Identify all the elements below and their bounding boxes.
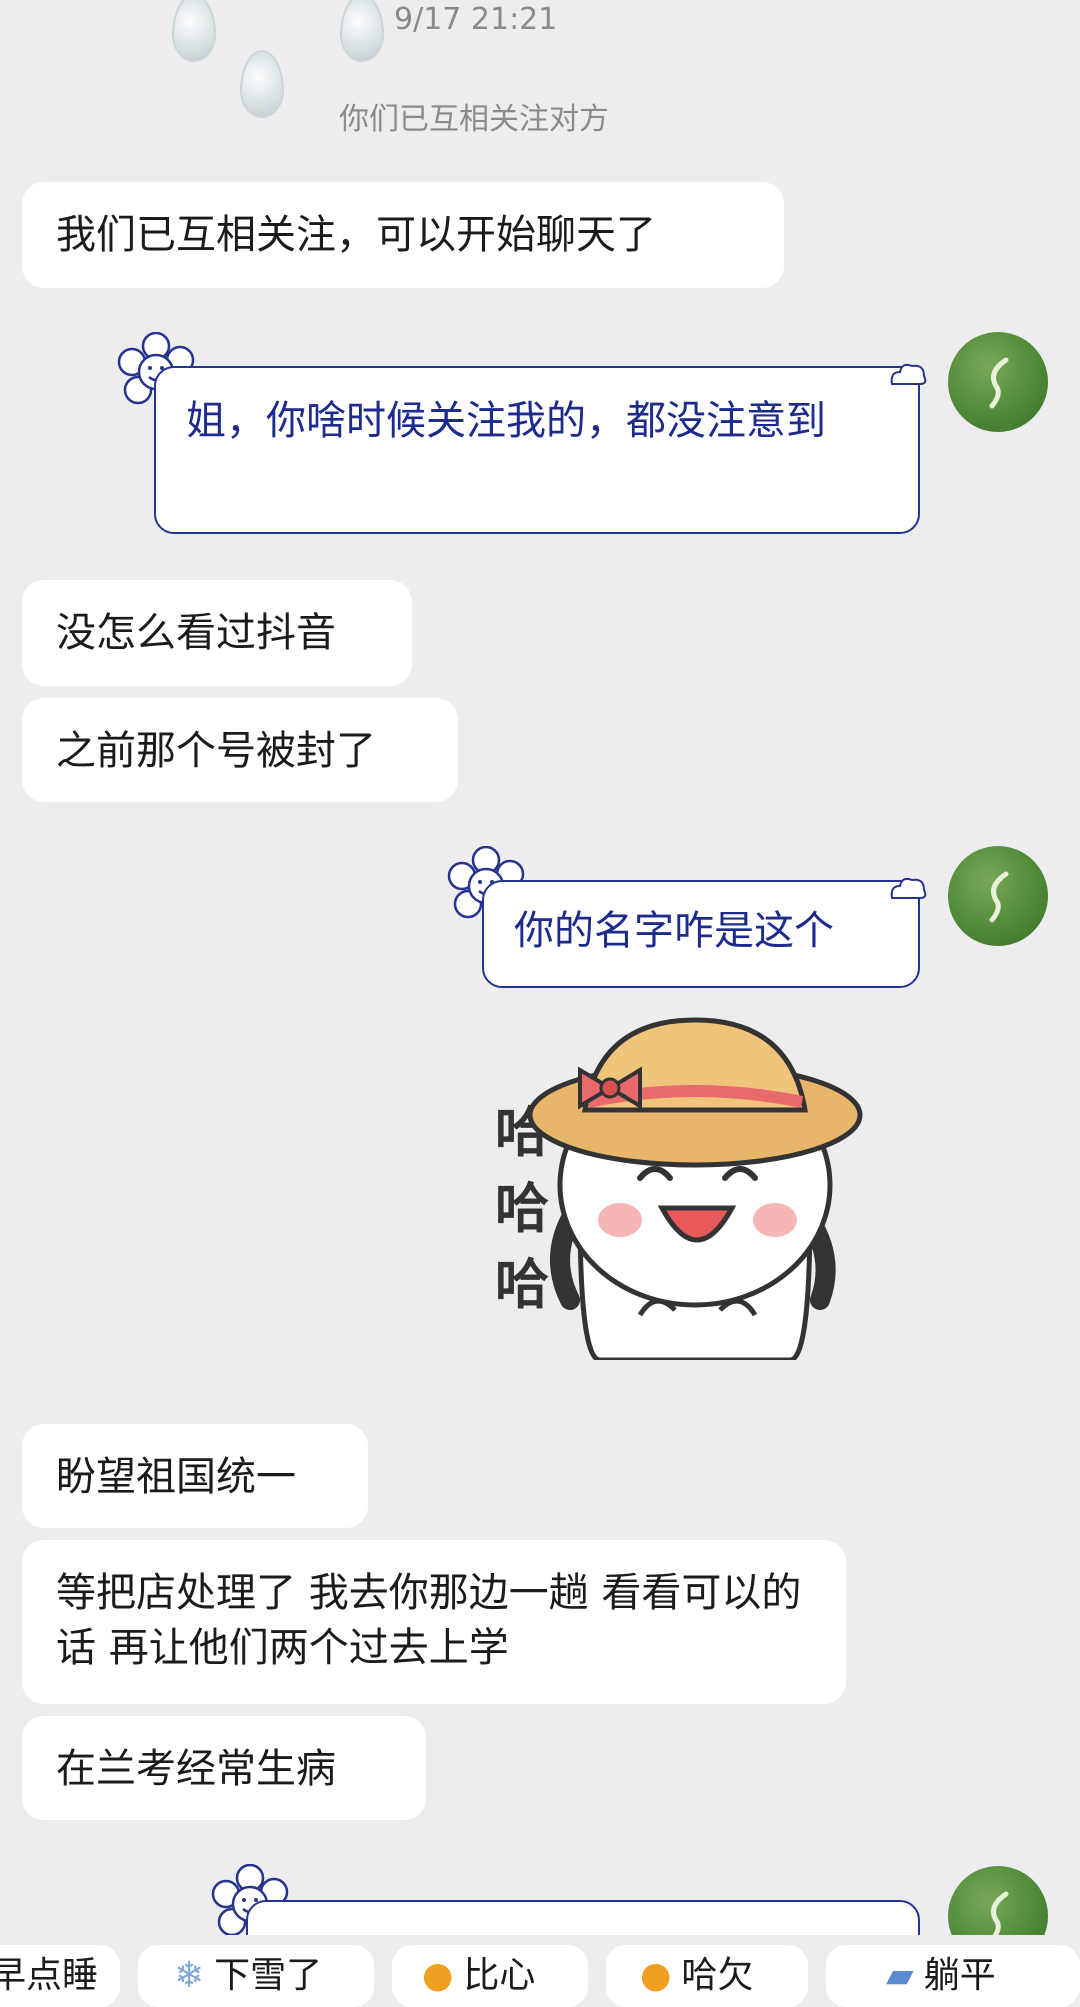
- laughing-girl-sticker[interactable]: [490, 1010, 910, 1360]
- message-text: 没怎么看过抖音: [56, 610, 336, 656]
- message-text: 我们已互相关注，可以开始聊天了: [56, 212, 656, 258]
- quick-reply-chip[interactable]: ▰ 躺平: [826, 1945, 1080, 2007]
- message-timestamp: 9/17 21:21: [394, 2, 558, 37]
- quick-reply-label: 早点睡: [0, 1955, 99, 1996]
- yawn-icon: ●: [640, 1955, 672, 1996]
- user-avatar[interactable]: [948, 332, 1048, 432]
- avatar-image: [989, 357, 1009, 409]
- incoming-message[interactable]: 盼望祖国统一: [22, 1424, 368, 1528]
- quick-reply-chip[interactable]: ● 比心: [392, 1945, 588, 2007]
- snowflake-icon: ❄: [174, 1955, 205, 1996]
- message-text: 等把店处理了 我去你那边一趟 看看可以的话 再让他们两个过去上学: [56, 1570, 802, 1671]
- incoming-message[interactable]: 没怎么看过抖音: [22, 580, 412, 686]
- incoming-message[interactable]: 之前那个号被封了: [22, 698, 458, 802]
- incoming-message[interactable]: 等把店处理了 我去你那边一趟 看看可以的话 再让他们两个过去上学: [22, 1540, 846, 1704]
- incoming-message[interactable]: 我们已互相关注，可以开始聊天了: [22, 182, 784, 288]
- outgoing-message[interactable]: 你的名字咋是这个: [482, 880, 920, 988]
- raindrop-icon: [172, 0, 216, 62]
- message-text: 之前那个号被封了: [56, 728, 376, 774]
- quick-reply-label: 躺平: [923, 1955, 996, 1996]
- message-text: 在兰考经常生病: [56, 1746, 336, 1792]
- quick-reply-chip[interactable]: ❄ 下雪了: [138, 1945, 374, 2007]
- incoming-message[interactable]: 在兰考经常生病: [22, 1716, 426, 1820]
- quick-reply-chip[interactable]: 早点睡: [0, 1945, 120, 2007]
- message-text: 你的名字咋是这个: [514, 908, 834, 954]
- cloud-icon: [890, 363, 927, 385]
- message-text: 盼望祖国统一: [56, 1454, 296, 1500]
- avatar-image: [989, 871, 1009, 923]
- outgoing-message[interactable]: 姐，你啥时候关注我的，都没注意到: [154, 366, 920, 534]
- raindrop-icon: [340, 0, 384, 62]
- quick-reply-chip[interactable]: ● 哈欠: [606, 1945, 808, 2007]
- quick-reply-label: 下雪了: [214, 1955, 323, 1996]
- quick-reply-label: 哈欠: [681, 1955, 754, 1996]
- cloud-icon: [890, 877, 927, 899]
- system-notice: 你们已互相关注对方: [339, 102, 609, 137]
- message-text: 姐，你啥时候关注我的，都没注意到: [186, 398, 826, 444]
- user-avatar[interactable]: [948, 846, 1048, 946]
- lying-icon: ▰: [886, 1955, 914, 1996]
- quick-reply-label: 比心: [463, 1955, 536, 1996]
- heart-hands-icon: ●: [422, 1955, 454, 1996]
